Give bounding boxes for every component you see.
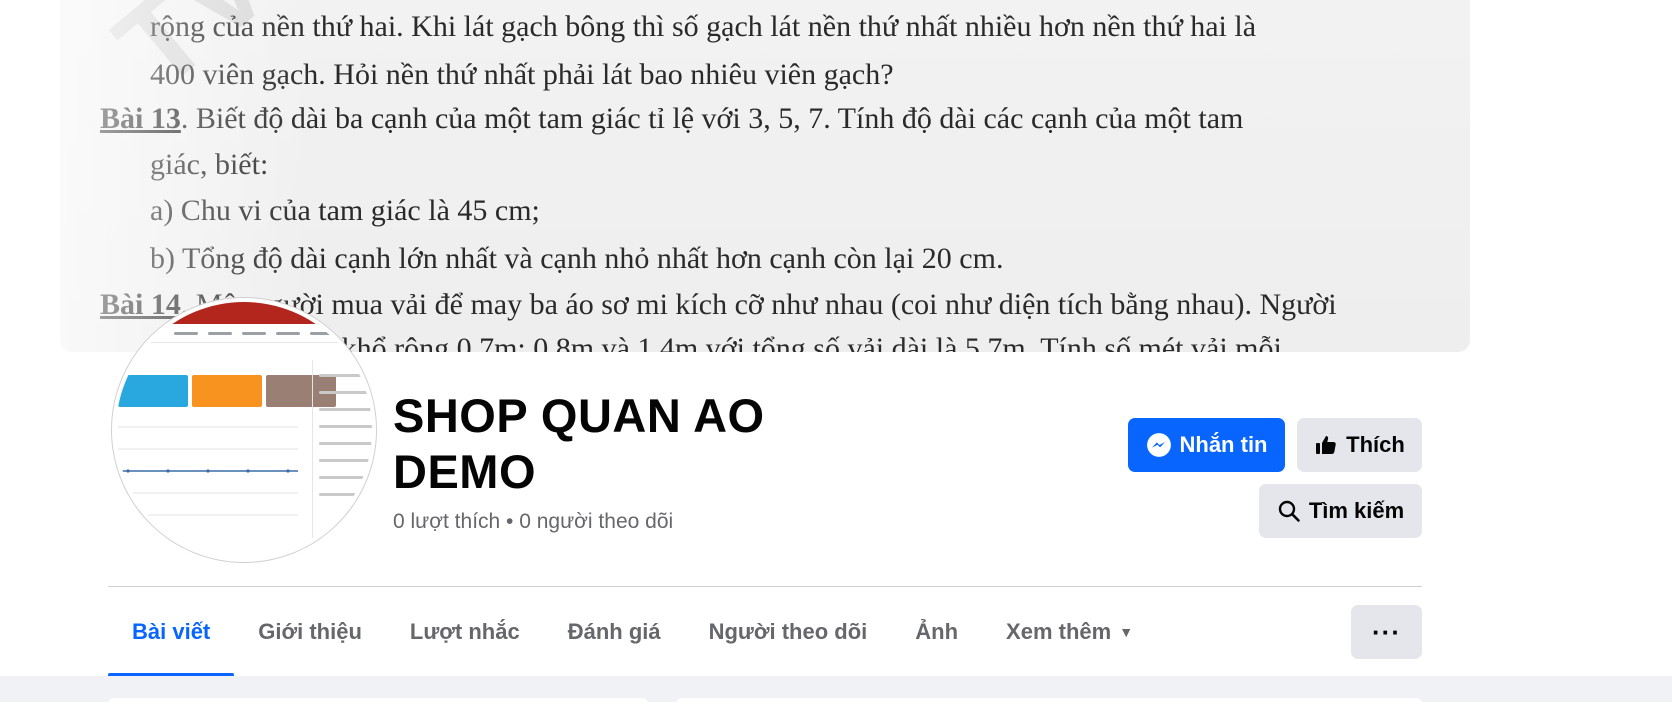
content-card-edge <box>676 698 1422 704</box>
cover-line: rộng của nền thứ hai. Khi lát gạch bông … <box>150 10 1257 43</box>
header-divider <box>108 586 1422 587</box>
tab-about[interactable]: Giới thiệu <box>234 604 386 660</box>
tab-label: Xem thêm <box>1006 619 1112 644</box>
message-button-label: Nhắn tin <box>1179 432 1268 457</box>
exercise-13-text: . Biết độ dài ba cạnh của một tam giác t… <box>180 102 1244 135</box>
page-title: SHOP QUAN AO DEMO <box>393 389 765 498</box>
tab-label: Đánh giá <box>567 619 661 644</box>
cover-line: 400 viên gạch. Hỏi nền thứ nhất phải lát… <box>150 58 894 91</box>
tab-label: Bài viết <box>132 619 211 644</box>
tab-reviews[interactable]: Đánh giá <box>544 604 685 660</box>
more-options-button[interactable]: ··· <box>1351 605 1422 659</box>
tab-posts[interactable]: Bài viết <box>108 604 235 677</box>
like-button[interactable]: Thích <box>1297 418 1422 472</box>
page-stats[interactable]: 0 lượt thích • 0 người theo dõi <box>393 510 673 534</box>
cover-line: giác, biết: <box>150 148 269 181</box>
tab-mentions[interactable]: Lượt nhắc <box>386 604 544 660</box>
profile-avatar[interactable] <box>112 298 376 562</box>
cover-line: a) Chu vi của tam giác là 45 cm; <box>150 194 540 227</box>
cover-line: b) Tổng độ dài cạnh lớn nhất và cạnh nhỏ… <box>150 242 1004 275</box>
thumbs-up-icon <box>1316 436 1336 454</box>
tab-followers[interactable]: Người theo dõi <box>685 604 892 660</box>
cover-photo[interactable]: TV rộng của nền thứ hai. Khi lát gạch bô… <box>60 0 1470 352</box>
search-icon <box>1278 500 1300 522</box>
tab-label: Người theo dõi <box>708 619 868 644</box>
exercise-13-label: Bài 13 <box>100 102 181 135</box>
tab-label: Ảnh <box>915 619 959 644</box>
tab-label: Giới thiệu <box>258 619 362 644</box>
cover-exercise-13: Bài 13. Biết độ dài ba cạnh của một tam … <box>100 96 1243 142</box>
search-button-label: Tìm kiếm <box>1308 498 1405 523</box>
page-tabs: Bài viết Giới thiệu Lượt nhắc Đánh giá N… <box>108 604 1157 677</box>
tab-photos[interactable]: Ảnh <box>891 604 982 660</box>
search-button[interactable]: Tìm kiếm <box>1259 484 1422 538</box>
messenger-icon <box>1146 433 1171 457</box>
tab-see-more[interactable]: Xem thêm ▼ <box>982 604 1157 660</box>
tab-label: Lượt nhắc <box>409 619 520 644</box>
like-button-label: Thích <box>1346 432 1405 457</box>
avatar-chart <box>118 426 298 516</box>
message-button[interactable]: Nhắn tin <box>1128 418 1285 472</box>
avatar-tile <box>192 375 262 407</box>
cover-document-text: rộng của nền thứ hai. Khi lát gạch bông … <box>100 0 1470 352</box>
caret-down-icon: ▼ <box>1119 624 1134 640</box>
content-card-edge <box>108 698 648 704</box>
more-options-icon: ··· <box>1372 616 1401 647</box>
avatar-tile <box>118 375 188 407</box>
